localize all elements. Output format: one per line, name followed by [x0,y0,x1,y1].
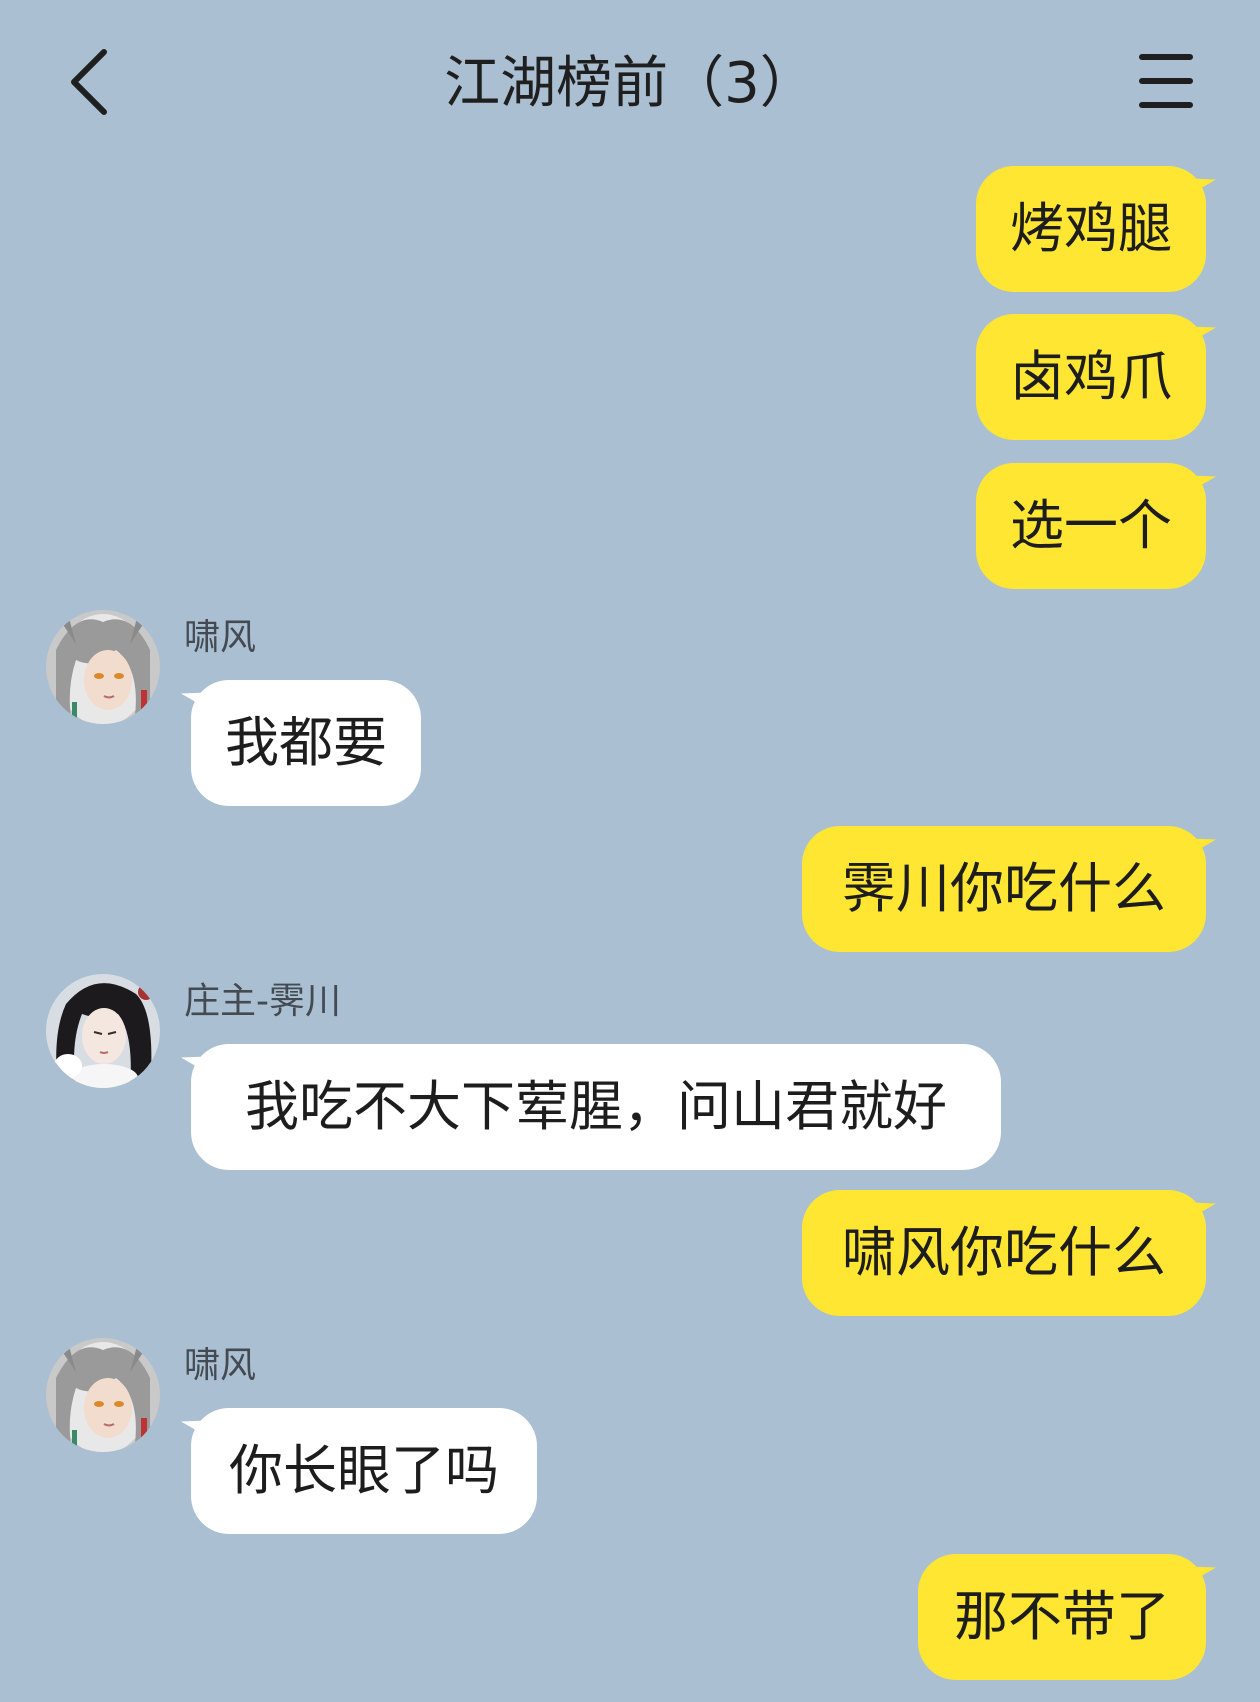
chat-header: 江湖榜前（3） [0,0,1260,165]
message-bubble-me[interactable]: 霁川你吃什么 [802,826,1206,952]
avatar-xiaofeng[interactable] [46,1338,160,1452]
message-bubble-them[interactable]: 我吃不大下荤腥，问山君就好 [191,1044,1001,1170]
message-bubble-them[interactable]: 你长眼了吗 [191,1408,537,1534]
sender-name: 啸风 [184,617,257,658]
message-bubble-me[interactable]: 那不带了 [918,1554,1206,1680]
sender-name: 啸风 [184,1345,257,1386]
message-bubble-me[interactable]: 烤鸡腿 [976,166,1206,292]
message-bubble-them[interactable]: 我都要 [191,680,421,806]
avatar-xiaofeng[interactable] [46,610,160,724]
message-bubble-me[interactable]: 啸风你吃什么 [802,1190,1206,1316]
hamburger-menu-icon[interactable] [1135,52,1197,112]
sender-name: 庄主-霁川 [184,981,341,1022]
chat-title: 江湖榜前（3） [444,51,816,116]
message-bubble-me[interactable]: 卤鸡爪 [976,314,1206,440]
message-bubble-me[interactable]: 选一个 [976,463,1206,589]
avatar-jichuan[interactable] [46,974,160,1088]
